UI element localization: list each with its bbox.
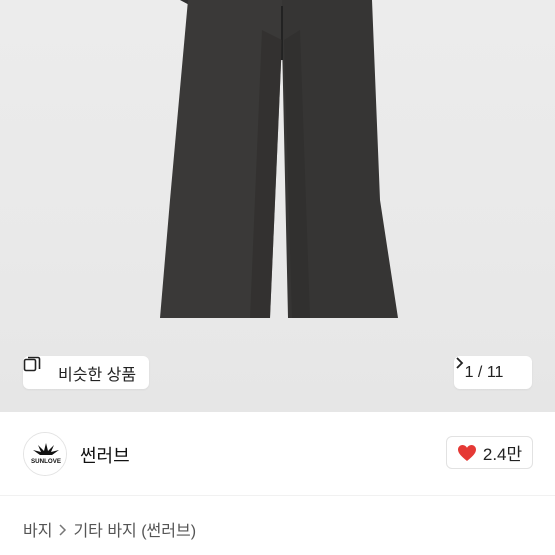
like-button[interactable]: 2.4만 (446, 436, 533, 469)
copy-icon (23, 356, 51, 382)
shop-avatar[interactable]: SUNLOVE (23, 432, 67, 476)
shop-row[interactable]: SUNLOVE 썬러브 2.4만 (0, 412, 555, 496)
breadcrumb: 바지 기타 바지 (썬러브) (23, 517, 196, 541)
sunlove-logo: SUNLOVE (24, 433, 66, 475)
product-photo-pants (160, 0, 398, 318)
like-count: 2.4만 (482, 445, 523, 464)
heart-icon (457, 444, 477, 462)
similar-products-button[interactable]: 비슷한 상품 (23, 356, 150, 389)
chevron-right-icon (58, 523, 67, 536)
shop-name[interactable]: 썬러브 (80, 442, 130, 468)
breadcrumb-subcategory[interactable]: 기타 바지 (썬러브) (73, 517, 196, 541)
chevron-right-icon (456, 357, 521, 380)
image-pager[interactable]: 1 / 11 (454, 356, 532, 389)
breadcrumb-category[interactable]: 바지 (23, 517, 52, 541)
pager-text: 1 / 11 (464, 363, 504, 381)
similar-products-label: 비슷한 상품 (58, 366, 137, 384)
product-image-area[interactable]: 비슷한 상품 1 / 11 (0, 0, 555, 412)
svg-text:SUNLOVE: SUNLOVE (31, 458, 61, 465)
